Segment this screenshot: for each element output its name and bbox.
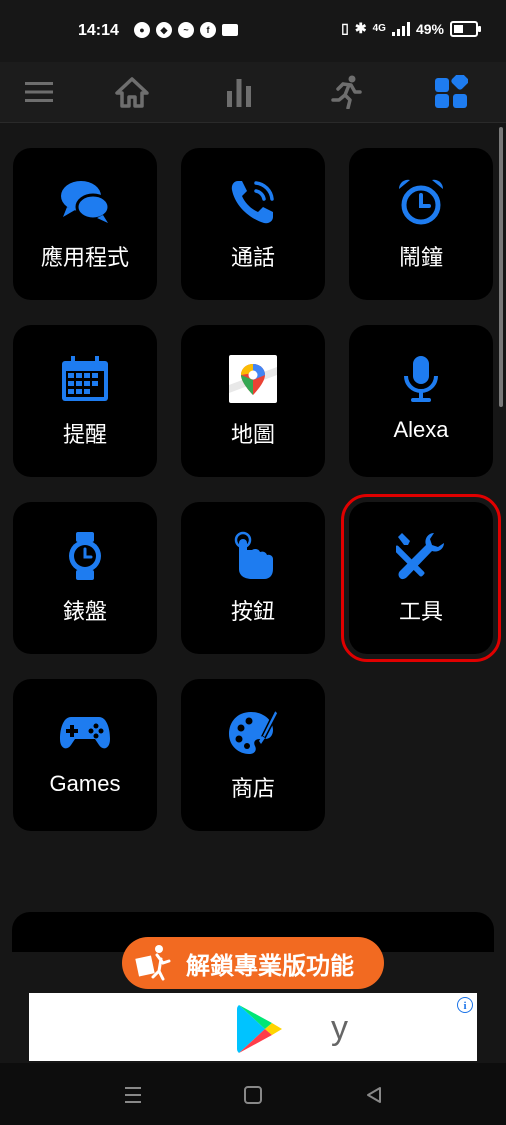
gift-box-icon — [130, 940, 176, 986]
back-icon[interactable] — [362, 1083, 386, 1107]
messenger-icon: ~ — [178, 22, 194, 38]
calendar-icon — [59, 353, 111, 405]
tile-apps[interactable]: 應用程式 — [13, 148, 157, 300]
ad-info-icon[interactable]: i — [457, 997, 473, 1013]
tile-maps[interactable]: 地圖 — [181, 325, 325, 477]
discord-icon: ◆ — [156, 22, 172, 38]
line-icon: ● — [134, 22, 150, 38]
ad-banner[interactable]: y i — [29, 993, 477, 1061]
tile-label: Alexa — [393, 417, 449, 442]
ad-text: y — [331, 1009, 348, 1047]
microphone-icon — [395, 353, 447, 405]
tools-grid: 應用程式 通話 鬧鐘 提醒 地圖 Alexa 錶盤 按鈕 工具 Games 商店 — [0, 123, 506, 933]
google-play-icon — [237, 1003, 285, 1059]
tile-label: 工具 — [398, 600, 443, 625]
chat-bubbles-icon — [59, 176, 111, 228]
status-right: ▯ ✱ 4G 49% — [341, 20, 481, 37]
palette-icon — [227, 707, 279, 759]
notification-icons: ● ◆ ~ f — [134, 22, 238, 38]
tile-games[interactable]: Games — [13, 679, 157, 831]
tile-tools[interactable]: 工具 — [341, 494, 501, 662]
home-icon[interactable] — [112, 72, 152, 112]
watch-icon — [59, 530, 111, 582]
tile-label: 商店 — [230, 777, 275, 802]
tile-label: 錶盤 — [62, 600, 107, 625]
scrollbar[interactable] — [499, 127, 503, 407]
battery-percent: 49% — [415, 20, 444, 37]
running-icon[interactable] — [326, 72, 366, 112]
tile-watchfaces[interactable]: 錶盤 — [13, 502, 157, 654]
network-type: 4G — [372, 23, 386, 34]
bluetooth-icon: ✱ — [354, 20, 367, 36]
mail-icon — [222, 24, 238, 36]
vibrate-icon: ▯ — [341, 20, 349, 36]
tile-alarm[interactable]: 鬧鐘 — [349, 148, 493, 300]
unlock-pro-label: 解鎖專業版功能 — [186, 951, 354, 980]
home-button-icon[interactable] — [241, 1083, 265, 1107]
google-maps-icon — [227, 353, 279, 405]
tile-label: 通話 — [230, 246, 275, 271]
recent-apps-icon[interactable] — [121, 1083, 145, 1107]
tile-reminders[interactable]: 提醒 — [13, 325, 157, 477]
tile-label: 提醒 — [62, 423, 107, 448]
signal-icon — [391, 21, 410, 36]
tile-label: 鬧鐘 — [398, 246, 443, 271]
tap-hand-icon — [227, 530, 279, 582]
tile-label: 地圖 — [230, 423, 275, 448]
tile-label: 應用程式 — [40, 246, 129, 271]
app-navbar — [0, 62, 506, 123]
tile-label: Games — [49, 771, 121, 796]
tools-icon — [395, 530, 447, 582]
stats-icon[interactable] — [219, 72, 259, 112]
system-nav-bar — [0, 1063, 506, 1125]
tile-buttons[interactable]: 按鈕 — [181, 502, 325, 654]
tile-calls[interactable]: 通話 — [181, 148, 325, 300]
tile-label: 按鈕 — [230, 600, 275, 625]
apps-icon[interactable] — [431, 72, 471, 112]
status-bar: 14:14 ● ◆ ~ f ▯ ✱ 4G 49% — [0, 0, 506, 62]
menu-icon[interactable] — [19, 72, 59, 112]
tile-alexa[interactable]: Alexa — [349, 325, 493, 477]
phone-call-icon — [227, 176, 279, 228]
status-time: 14:14 — [78, 22, 119, 39]
tile-store[interactable]: 商店 — [181, 679, 325, 831]
battery-icon — [450, 20, 481, 37]
gamepad-icon — [59, 707, 111, 759]
facebook-icon: f — [200, 22, 216, 38]
unlock-pro-button[interactable]: 解鎖專業版功能 — [122, 937, 384, 989]
alarm-clock-icon — [395, 176, 447, 228]
